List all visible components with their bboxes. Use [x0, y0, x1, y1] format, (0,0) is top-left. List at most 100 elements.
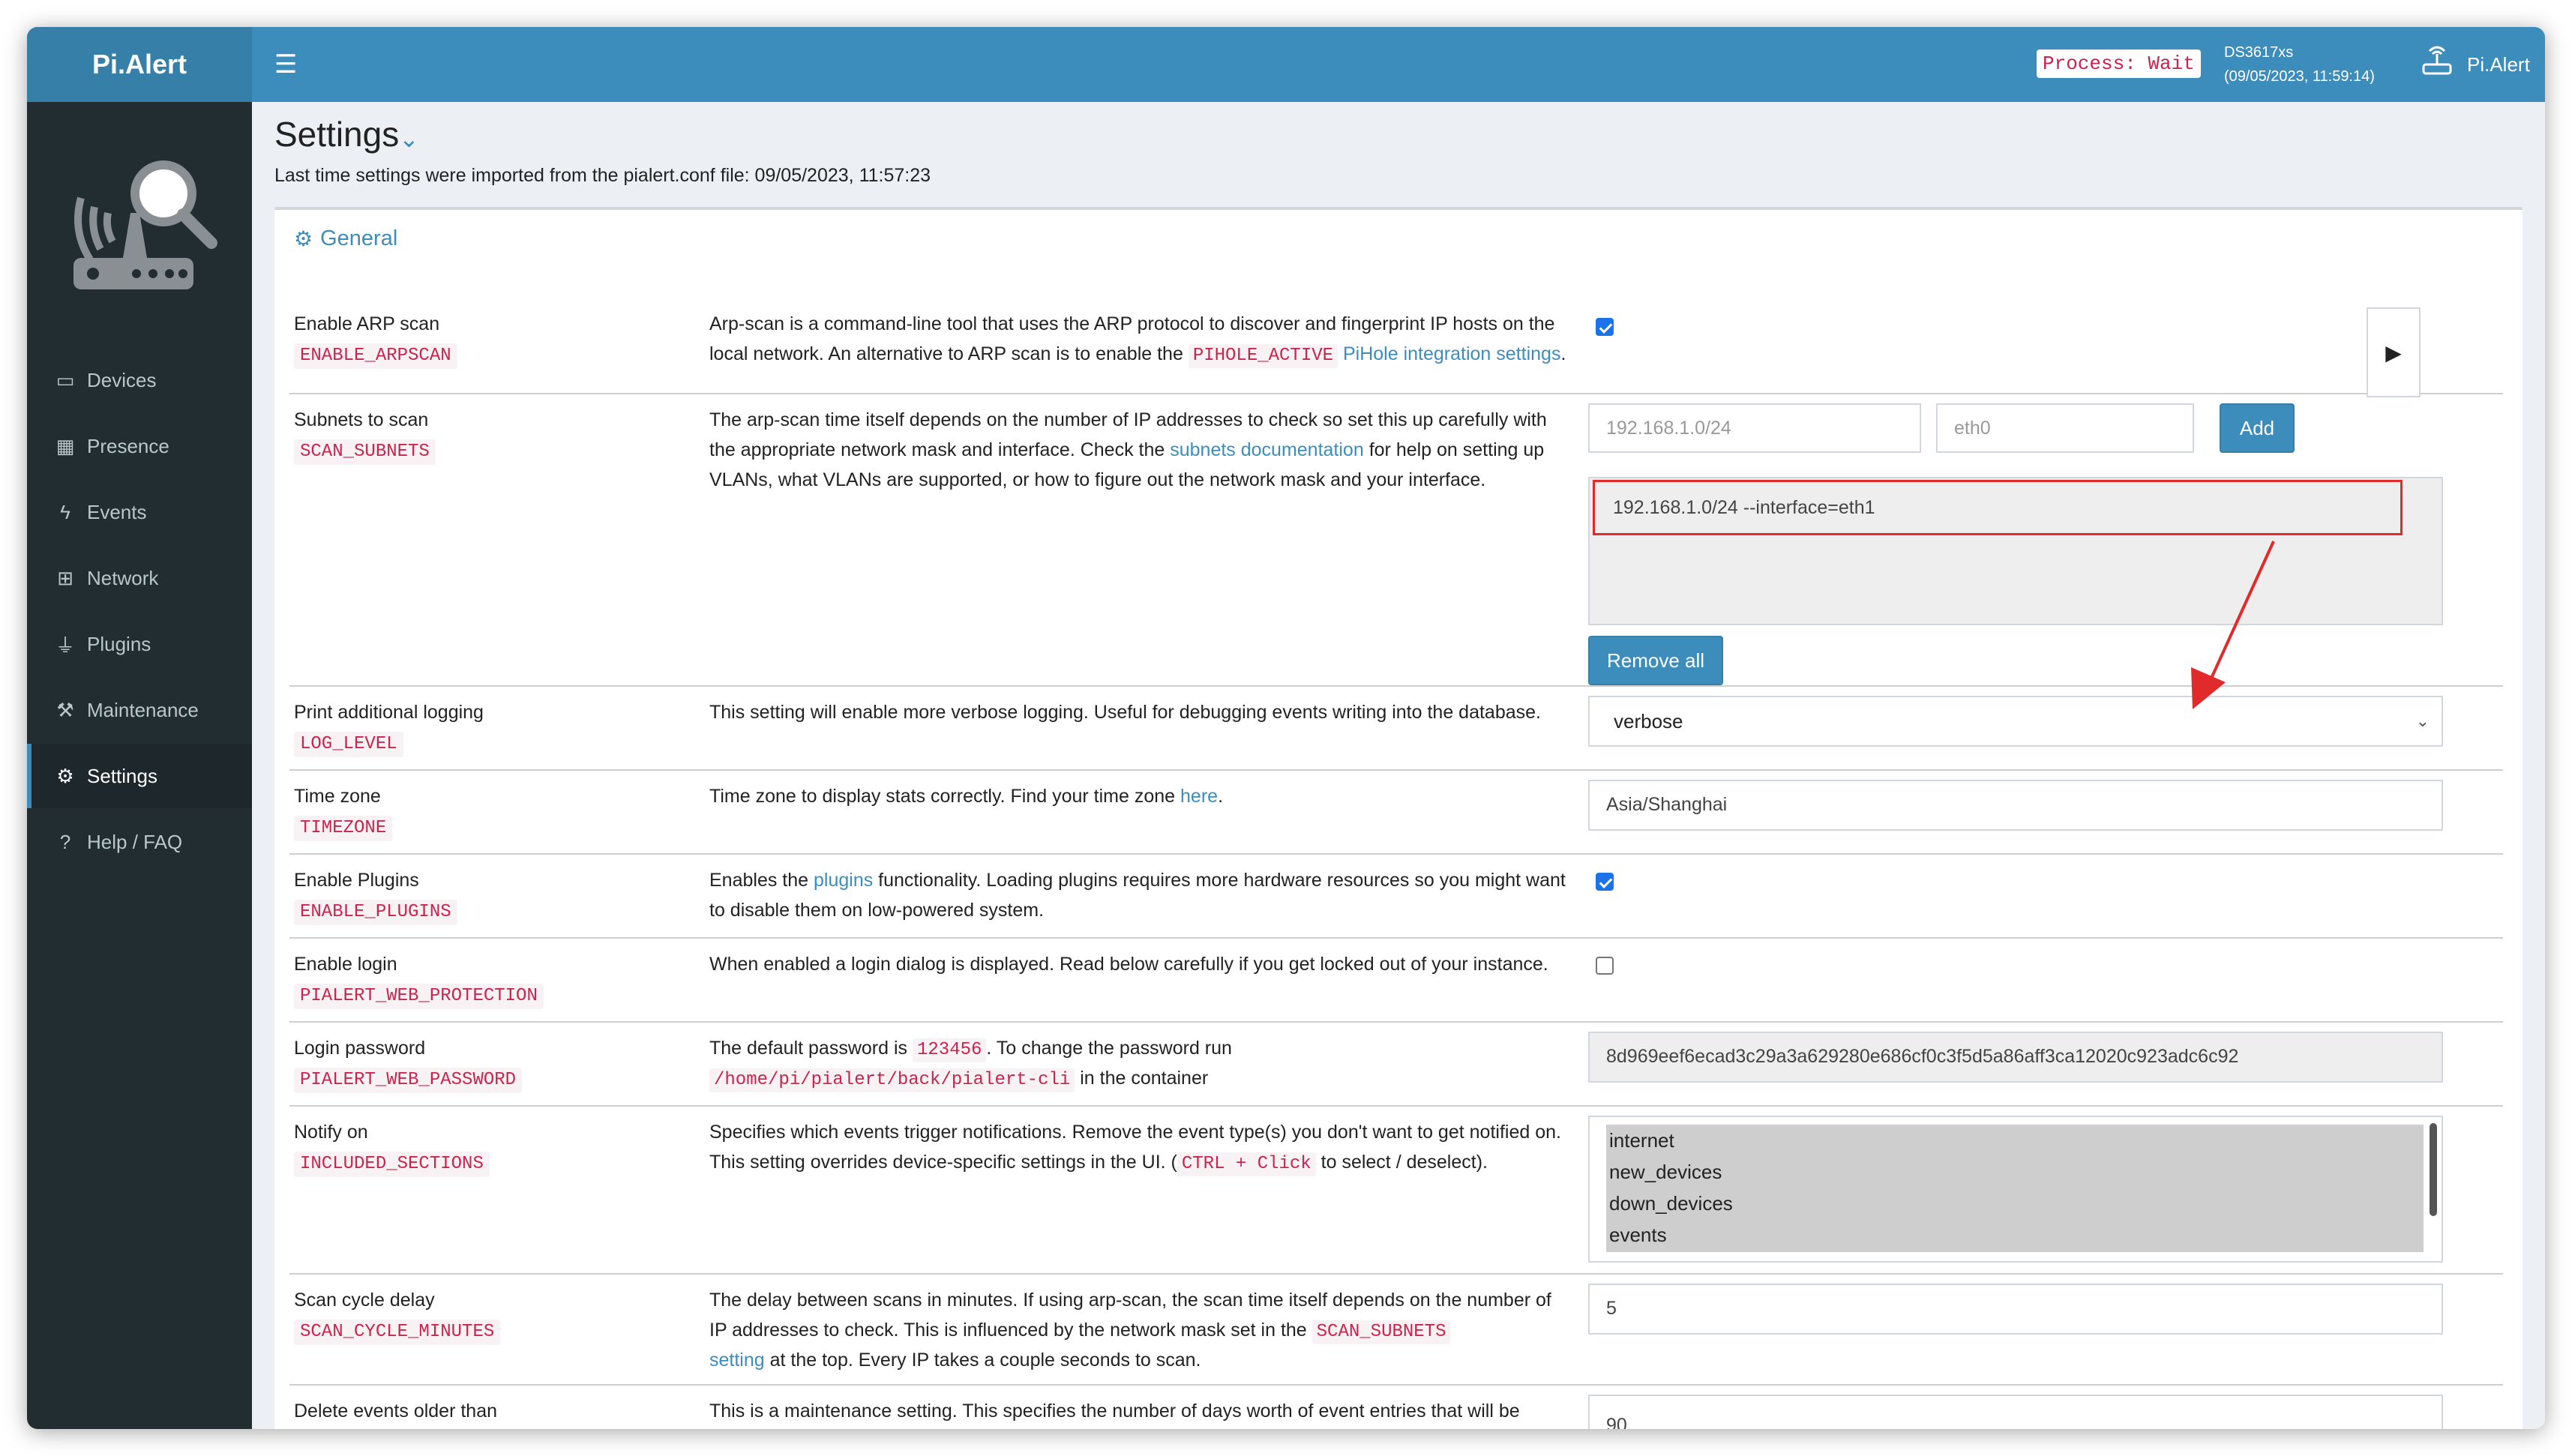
sidebar-item-settings[interactable]: ⚙ Settings [27, 744, 252, 808]
main-content: Settings ⌄ Last time settings were impor… [252, 102, 2545, 1429]
setting-row-subnets: Subnets to scan SCAN_SUBNETS The arp-scan… [289, 394, 2503, 687]
setting-label: Notify on [294, 1122, 368, 1143]
enable-login-checkbox[interactable] [1596, 957, 1614, 975]
enable-arpscan-checkbox[interactable] [1596, 318, 1614, 336]
log-level-select[interactable]: verbose ⌄ [1588, 696, 2443, 747]
setting-row-login: Enable login PIALERT_WEB_PROTECTION When … [289, 939, 2503, 1023]
settings-panel: ⚙ General Enable ARP scan ENABLE_ARPSCAN A… [274, 207, 2523, 1429]
scan-cycle-input[interactable]: 5 [1588, 1284, 2443, 1335]
setting-code: ENABLE_PLUGINS [294, 900, 457, 925]
app-window: Pi.Alert ☰ Process: Wait DS3617xs (09/05… [27, 27, 2545, 1429]
notify-option-down-devices[interactable]: down_devices [1609, 1188, 2424, 1219]
setting-row-notify: Notify on INCLUDED_SECTIONS Specifies whi… [289, 1107, 2503, 1275]
setting-label: Enable login [294, 954, 397, 975]
sidebar-item-maintenance[interactable]: ⚒ Maintenance [27, 678, 252, 742]
router-icon [2422, 46, 2452, 75]
sitemap-icon: ⊞ [57, 566, 73, 589]
process-status-badge: Process: Wait [2037, 49, 2201, 78]
bolt-icon: ϟ [60, 500, 70, 523]
setting-label: Print additional logging [294, 702, 484, 723]
notify-multiselect[interactable]: internet new_devices down_devices events [1588, 1116, 2443, 1263]
setting-row-delete-events: Delete events older than This is a maint… [289, 1386, 2503, 1429]
pialert-logo-icon [73, 160, 217, 289]
setting-row-log-level: Print additional logging LOG_LEVEL This s… [289, 687, 2503, 771]
setting-description: When enabled a login dialog is displayed… [709, 954, 1548, 975]
question-icon: ? [59, 830, 71, 853]
gear-icon: ⚙ [56, 764, 74, 787]
host-name: DS3617xs [2224, 44, 2294, 61]
settings-link[interactable]: settings [1496, 343, 1560, 364]
setting-row-timezone: Time zone TIMEZONE Time zone to display s… [289, 771, 2503, 855]
notify-option-events[interactable]: events [1609, 1219, 2424, 1251]
setting-code: SCAN_CYCLE_MINUTES [294, 1320, 501, 1345]
setting-label: Subnets to scan [294, 409, 429, 430]
sidebar-item-devices[interactable]: ▭ Devices [27, 348, 252, 412]
laptop-icon: ▭ [55, 368, 75, 391]
setting-row-plugins: Enable Plugins ENABLE_PLUGINS Enables the… [289, 855, 2503, 939]
calendar-icon: ▦ [55, 434, 75, 457]
sidebar: ▭ Devices ▦ Presence ϟ Events ⊞ Network ⏚ Plu… [27, 102, 252, 1429]
setting-code: INCLUDED_SECTIONS [294, 1152, 490, 1177]
run-arpscan-button[interactable]: ▶ [2367, 307, 2421, 397]
sidebar-item-plugins[interactable]: ⏚ Plugins [27, 612, 252, 676]
notify-option-internet[interactable]: internet [1609, 1125, 2424, 1156]
interface-input[interactable]: eth0 [1936, 403, 2194, 453]
sidebar-item-presence[interactable]: ▦ Presence [27, 414, 252, 478]
chevron-down-icon[interactable]: ⌄ [399, 124, 419, 153]
subnets-list[interactable]: 192.168.1.0/24 --interface=eth1 [1588, 477, 2443, 625]
timezone-input[interactable]: Asia/Shanghai [1588, 780, 2443, 831]
setting-code: PIALERT_WEB_PASSWORD [294, 1068, 523, 1093]
setting-code: TIMEZONE [294, 816, 393, 841]
host-info: DS3617xs (09/05/2023, 11:59:14) [2224, 40, 2375, 88]
annotation-arrow [2191, 541, 2275, 709]
setting-label: Enable ARP scan [294, 313, 440, 334]
setting-description: This setting will enable more verbose lo… [709, 702, 1541, 723]
user-menu[interactable]: Pi.Alert [2467, 49, 2530, 79]
plugins-link[interactable]: plugins [814, 870, 873, 891]
sidebar-toggle-icon[interactable]: ☰ [274, 49, 297, 79]
password-hash-input[interactable]: 8d969eef6ecad3c29a3a629280e686cf0c3f5d5a… [1588, 1032, 2443, 1083]
setting-label: Delete events older than [294, 1401, 498, 1422]
setting-label: Time zone [294, 786, 381, 807]
setting-description: The delay between scans in minutes. If u… [709, 1290, 1551, 1371]
remove-all-button[interactable]: Remove all [1588, 636, 1723, 685]
pihole-integration-link[interactable]: PiHole integration [1343, 343, 1491, 364]
sidebar-item-events[interactable]: ϟ Events [27, 480, 252, 544]
setting-label: Enable Plugins [294, 870, 419, 891]
setting-label: Login password [294, 1038, 426, 1059]
setting-description: Specifies which events trigger notificat… [709, 1117, 1572, 1177]
setting-description: Enables the plugins functionality. Loadi… [709, 870, 1566, 921]
subnets-documentation-link[interactable]: subnets documentation [1170, 439, 1364, 460]
section-general[interactable]: ⚙ General [294, 226, 397, 251]
gears-icon: ⚙ [294, 227, 313, 250]
sidebar-item-network[interactable]: ⊞ Network [27, 546, 252, 610]
host-time: (09/05/2023, 11:59:14) [2224, 68, 2375, 85]
setting-description: The default password is 123456. To chang… [709, 1033, 1572, 1093]
setting-code: ENABLE_ARPSCAN [294, 343, 457, 369]
notify-option-new-devices[interactable]: new_devices [1609, 1156, 2424, 1188]
add-subnet-button[interactable]: Add [2220, 403, 2295, 453]
delete-events-input[interactable]: 90 [1588, 1395, 2443, 1429]
setting-description: The arp-scan time itself depends on the … [709, 409, 1547, 490]
setting-row-password: Login password PIALERT_WEB_PASSWORD The d… [289, 1023, 2503, 1107]
setting-label: Scan cycle delay [294, 1290, 435, 1311]
enable-plugins-checkbox[interactable] [1596, 873, 1614, 891]
setting-description: This is a maintenance setting. This spec… [709, 1401, 1520, 1422]
setting-code: SCAN_SUBNETS [294, 439, 436, 465]
setting-link[interactable]: setting [709, 1350, 765, 1371]
plug-icon: ⏚ [55, 634, 75, 657]
scrollbar[interactable] [2430, 1123, 2437, 1216]
app-logo[interactable]: Pi.Alert [27, 27, 252, 102]
timezone-link[interactable]: here [1180, 786, 1218, 807]
chevron-down-icon: ⌄ [2415, 712, 2430, 730]
setting-description: Time zone to display stats correctly. Fi… [709, 786, 1224, 807]
sidebar-item-help[interactable]: ? Help / FAQ [27, 810, 252, 874]
setting-code: PIALERT_WEB_PROTECTION [294, 984, 544, 1009]
setting-row-arpscan: Enable ARP scan ENABLE_ARPSCAN Arp-scan i… [289, 298, 2503, 397]
setting-row-scan-cycle: Scan cycle delay SCAN_CYCLE_MINUTES The d… [289, 1275, 2503, 1386]
setting-description: Arp-scan is a command-line tool that use… [709, 309, 1572, 369]
subnet-input[interactable]: 192.168.1.0/24 [1588, 403, 1921, 453]
setting-code: LOG_LEVEL [294, 732, 403, 757]
wrench-icon: ⚒ [56, 698, 74, 721]
subnet-list-item[interactable]: 192.168.1.0/24 --interface=eth1 [1593, 480, 2403, 535]
